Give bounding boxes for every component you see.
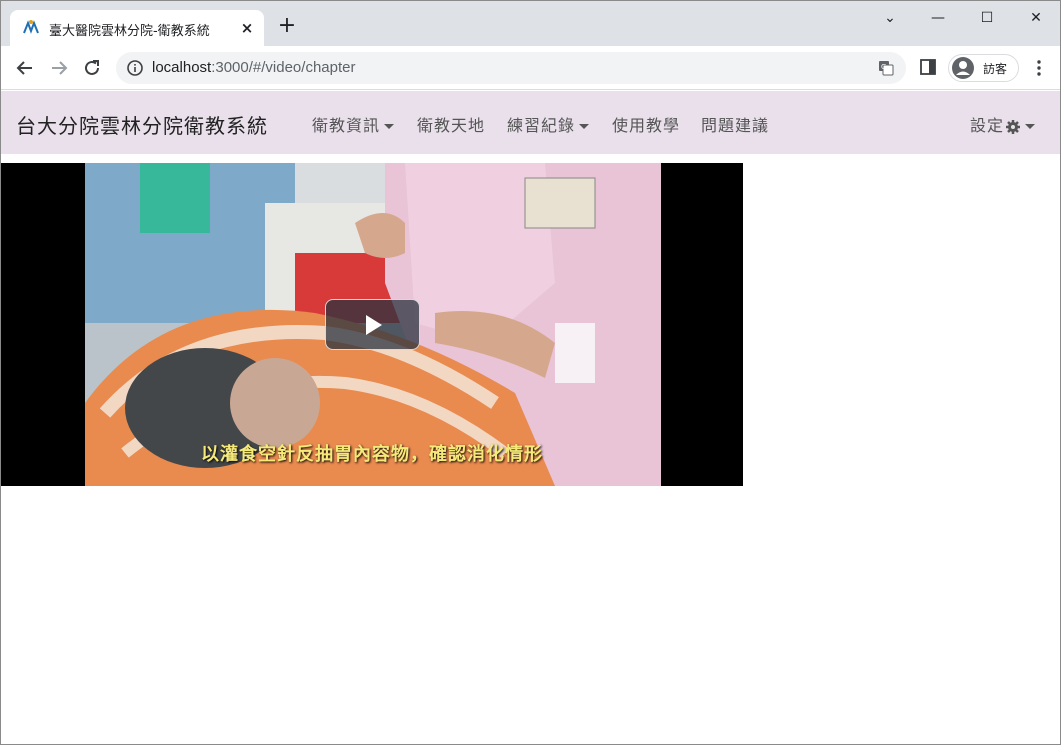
tab-title: 臺大醫院雲林分院-衛教系統 xyxy=(49,24,210,39)
nav-item-health-info[interactable]: 衛教資訊 xyxy=(312,112,395,136)
profile-button[interactable]: 訪客 xyxy=(948,54,1019,82)
side-panel-icon[interactable] xyxy=(919,58,937,76)
video-player[interactable]: 以灌食空針反抽胃內容物，確認消化情形 xyxy=(1,163,743,486)
nav-item-practice-records[interactable]: 練習紀錄 xyxy=(507,112,590,136)
url-text[interactable]: localhost:3000/#/video/chapter xyxy=(152,59,355,76)
brand-title[interactable]: 台大分院雲林分院衛教系統 xyxy=(16,110,268,139)
nav-item-feedback[interactable]: 問題建議 xyxy=(701,112,769,136)
maximize-button[interactable]: ☐ xyxy=(964,7,1010,29)
close-window-button[interactable]: ✕ xyxy=(1013,7,1059,29)
nav-item-label: 問題建議 xyxy=(701,116,770,135)
site-info-icon[interactable] xyxy=(126,59,144,77)
app-navbar: 台大分院雲林分院衛教系統 衛教資訊 衛教天地 練習紀錄 使用教學 問題建議 設定 xyxy=(1,91,1060,154)
play-icon xyxy=(366,315,382,335)
nav-item-label: 衛教資訊 xyxy=(312,116,381,135)
browser-toolbar: localhost:3000/#/video/chapter G 訪客 xyxy=(1,46,1060,90)
avatar-icon xyxy=(952,57,974,79)
play-button[interactable] xyxy=(325,299,420,350)
svg-text:G: G xyxy=(881,63,886,71)
back-arrow-icon[interactable] xyxy=(13,56,37,80)
profile-label: 訪客 xyxy=(983,62,1008,76)
reload-icon[interactable] xyxy=(80,56,104,80)
nav-item-label: 衛教天地 xyxy=(417,116,486,135)
tab-strip: 臺大醫院雲林分院-衛教系統 × + ⌄ — ☐ ✕ xyxy=(1,1,1060,46)
url-path: :3000/#/video/chapter xyxy=(211,59,356,76)
nav-item-label: 使用教學 xyxy=(612,116,681,135)
nav-item-label: 練習紀錄 xyxy=(507,116,576,135)
new-tab-button[interactable]: + xyxy=(275,15,299,39)
nav-item-settings[interactable]: 設定 xyxy=(970,112,1036,136)
caret-down-icon xyxy=(579,124,590,129)
tab-close-icon[interactable]: × xyxy=(237,18,257,38)
tab-search-icon[interactable]: ⌄ xyxy=(867,7,913,29)
caret-down-icon xyxy=(384,124,395,129)
nav-item-health-world[interactable]: 衛教天地 xyxy=(417,112,485,136)
favicon-icon xyxy=(23,20,39,34)
browser-window: 臺大醫院雲林分院-衛教系統 × + ⌄ — ☐ ✕ localhost:3000… xyxy=(0,0,1061,745)
settings-label: 設定 xyxy=(970,116,1005,135)
browser-tab-active[interactable]: 臺大醫院雲林分院-衛教系統 × xyxy=(10,10,264,46)
kebab-menu-icon[interactable] xyxy=(1031,58,1047,78)
translate-icon[interactable]: G xyxy=(878,60,894,76)
forward-arrow-icon[interactable] xyxy=(47,56,71,80)
caret-down-icon xyxy=(1025,124,1036,129)
video-subtitle: 以灌食空針反抽胃內容物，確認消化情形 xyxy=(201,444,543,465)
minimize-button[interactable]: — xyxy=(915,7,961,29)
nav-item-tutorial[interactable]: 使用教學 xyxy=(612,112,680,136)
gear-icon xyxy=(1006,119,1021,134)
url-host: localhost xyxy=(152,59,212,76)
address-bar[interactable]: localhost:3000/#/video/chapter G xyxy=(116,52,906,84)
